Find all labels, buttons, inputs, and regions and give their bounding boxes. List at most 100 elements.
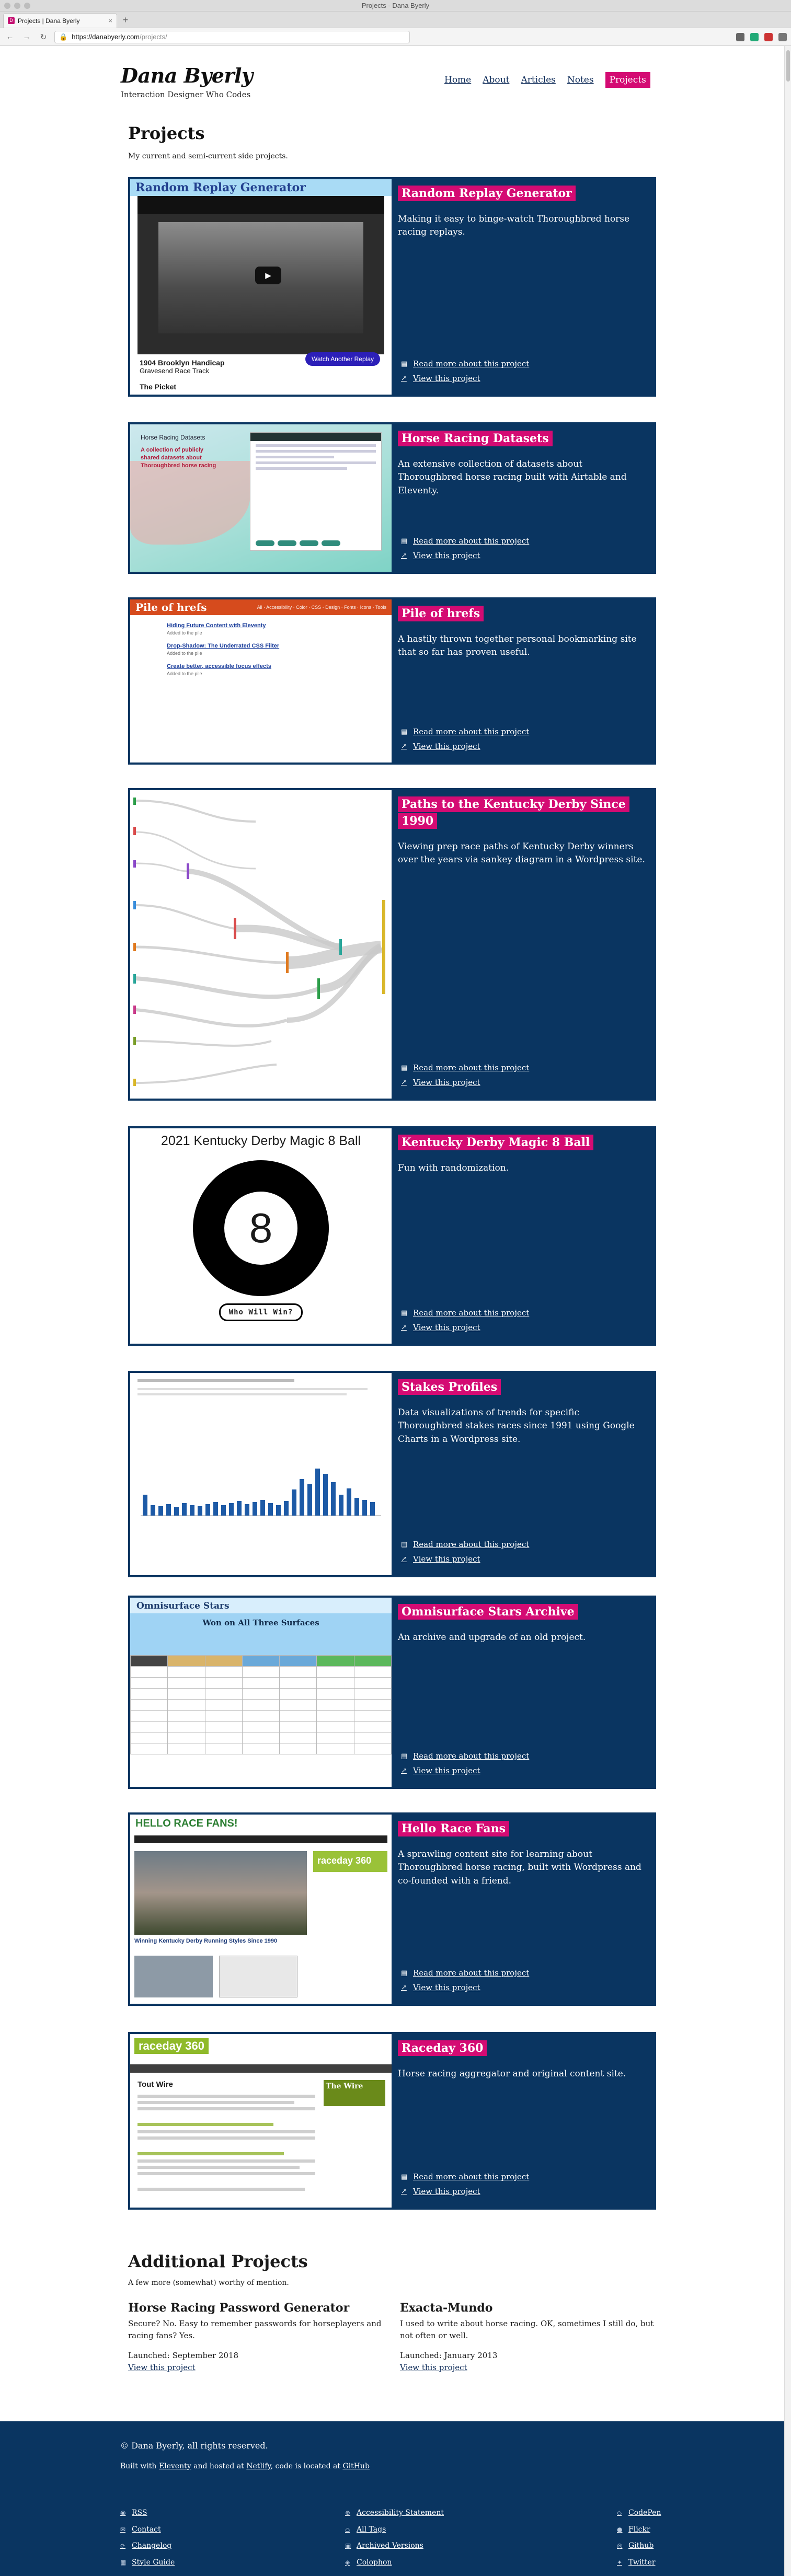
additional-projects-subtitle: A few more (somewhat) worthy of mention. <box>128 2279 289 2287</box>
project-description: Data visualizations of trends for specif… <box>398 1407 635 1445</box>
view-project-link[interactable]: ↗ View this project <box>401 551 529 560</box>
project-thumbnail[interactable]: 2021 Kentucky Derby Magic 8 Ball 8 Who W… <box>130 1128 392 1344</box>
document-icon: ▤ <box>401 1064 408 1072</box>
project-card: Stakes Profiles Data visualizations of t… <box>128 1371 656 1577</box>
footer-github[interactable]: ◎ Github <box>617 2538 661 2555</box>
thumb-banner: Random Replay Generator <box>130 179 392 196</box>
extension-icon[interactable] <box>736 32 744 41</box>
extension-icon[interactable] <box>750 32 759 41</box>
extension-icon[interactable] <box>764 32 773 41</box>
nav-home[interactable]: Home <box>444 75 471 85</box>
view-project-link[interactable]: ↗ View this project <box>401 1766 529 1775</box>
read-more-link[interactable]: ▤ Read more about this project <box>401 1540 529 1549</box>
project-thumbnail[interactable]: Horse Racing Datasets A collection of pu… <box>130 424 392 572</box>
read-more-link[interactable]: ▤ Read more about this project <box>401 727 529 736</box>
tag-icon: ⌂ <box>345 2525 350 2533</box>
read-more-link[interactable]: ▤ Read more about this project <box>401 359 529 368</box>
built-with: Built with Eleventy and hosted at Netlif… <box>120 2462 370 2470</box>
new-tab-icon[interactable]: + <box>119 13 132 28</box>
site-footer: © Dana Byerly, all rights reserved. Buil… <box>0 2421 784 2576</box>
thumb-brand: Omnisurface Stars <box>130 1598 392 1613</box>
view-project-link[interactable]: ↗ View this project <box>401 1078 529 1087</box>
thumb-bar <box>284 1501 289 1516</box>
project-title: Paths to the Kentucky Derby Since 1990 <box>398 796 629 829</box>
footer-flickr[interactable]: ● Flickr <box>617 2522 661 2538</box>
footer-all-tags[interactable]: ⌂ All Tags <box>345 2522 444 2538</box>
eleventy-link[interactable]: Eleventy <box>159 2462 191 2470</box>
tab-close-icon[interactable]: × <box>108 17 112 25</box>
project-card: HELLO RACE FANS! raceday 360 Winning Ken… <box>128 1812 656 2006</box>
thumb-track: Gravesend Race Track <box>140 367 209 375</box>
thumb-bar <box>245 1504 249 1516</box>
view-project-link[interactable]: ↗ View this project <box>401 1323 529 1332</box>
nav-notes[interactable]: Notes <box>567 75 594 85</box>
additional-project-link[interactable]: View this project <box>400 2363 467 2372</box>
footer-codepen[interactable]: ◇ CodePen <box>617 2505 661 2522</box>
changelog-icon: ⟳ <box>120 2542 126 2550</box>
view-project-link[interactable]: ↗ View this project <box>401 1554 529 1564</box>
github-link[interactable]: GitHub <box>342 2462 369 2470</box>
project-thumbnail[interactable]: Omnisurface Stars Won on All Three Surfa… <box>130 1598 392 1787</box>
project-thumbnail[interactable]: Pile of hrefs All · Accessibility · Color… <box>130 599 392 763</box>
thumb-bar <box>166 1504 171 1516</box>
mail-icon: ✉ <box>120 2525 126 2533</box>
read-more-link[interactable]: ▤ Read more about this project <box>401 536 529 546</box>
thumb-bar <box>158 1506 163 1516</box>
project-thumbnail[interactable] <box>130 790 392 1099</box>
thumb-panel <box>250 433 381 550</box>
thumb-bar <box>198 1506 202 1516</box>
address-bar[interactable]: 🔒 https://danabyerly.com/projects/ <box>54 30 410 43</box>
footer-rss[interactable]: ◉ RSS <box>120 2505 175 2522</box>
footer-twitter[interactable]: ✦ Twitter <box>617 2555 661 2571</box>
netlify-link[interactable]: Netlify <box>246 2462 270 2470</box>
read-more-link[interactable]: ▤ Read more about this project <box>401 1751 529 1761</box>
play-icon[interactable]: ▶ <box>255 267 281 284</box>
forward-icon[interactable]: → <box>21 32 32 41</box>
read-more-link[interactable]: ▤ Read more about this project <box>401 2172 529 2181</box>
footer-contact[interactable]: ✉ Contact <box>120 2522 175 2538</box>
view-project-link[interactable]: ↗ View this project <box>401 1983 529 1992</box>
additional-project-link[interactable]: View this project <box>128 2363 196 2372</box>
window-controls[interactable] <box>4 3 30 9</box>
browser-tab[interactable]: D Projects | Dana Byerly × <box>3 13 117 28</box>
project-description: A sprawling content site for learning ab… <box>398 1849 641 1886</box>
read-more-link[interactable]: ▤ Read more about this project <box>401 1063 529 1072</box>
footer-changelog[interactable]: ⟳ Changelog <box>120 2538 175 2555</box>
site-logo[interactable]: Dana Byerly <box>121 64 253 87</box>
reload-icon[interactable]: ↻ <box>38 32 49 42</box>
footer-accessibility[interactable]: ⊕ Accessibility Statement <box>345 2505 444 2522</box>
view-project-link[interactable]: ↗ View this project <box>401 742 529 751</box>
view-project-link[interactable]: ↗ View this project <box>401 374 529 383</box>
site-header: Dana Byerly Interaction Designer Who Cod… <box>0 46 784 124</box>
twitter-icon: ✦ <box>617 2558 623 2566</box>
additional-project: Exacta-Mundo I used to write about horse… <box>400 2301 661 2374</box>
thumb-bar <box>292 1489 296 1516</box>
nav-about[interactable]: About <box>483 75 509 85</box>
thumb-side-logo: raceday 360 <box>313 1851 387 1872</box>
footer-archived[interactable]: ▣ Archived Versions <box>345 2538 444 2555</box>
view-project-link[interactable]: ↗ View this project <box>401 2187 529 2196</box>
menu-icon[interactable] <box>778 32 787 41</box>
project-card: Horse Racing Datasets A collection of pu… <box>128 422 656 574</box>
read-more-link[interactable]: ▤ Read more about this project <box>401 1308 529 1318</box>
footer-colophon[interactable]: ◈ Colophon <box>345 2555 444 2571</box>
back-icon[interactable]: ← <box>4 32 16 41</box>
codepen-icon: ◇ <box>617 2509 622 2517</box>
video-player[interactable]: ▶ <box>137 196 384 354</box>
thumb-header: Horse Racing Datasets <box>141 434 205 441</box>
footer-style-guide[interactable]: ▦ Style Guide <box>120 2555 175 2571</box>
external-link-icon: ↗ <box>401 374 407 383</box>
thumb-bar <box>315 1469 320 1516</box>
read-more-link[interactable]: ▤ Read more about this project <box>401 1968 529 1978</box>
project-thumbnail[interactable]: HELLO RACE FANS! raceday 360 Winning Ken… <box>130 1815 392 2004</box>
project-thumbnail[interactable] <box>130 1373 392 1575</box>
document-icon: ▤ <box>401 1752 408 1760</box>
project-thumbnail[interactable]: raceday 360 Tout Wire The Wire <box>130 2034 392 2208</box>
url-host: https://danabyerly.com <box>72 33 140 41</box>
colophon-icon: ◈ <box>345 2558 350 2566</box>
rss-icon: ◉ <box>120 2509 126 2517</box>
project-thumbnail[interactable]: Random Replay Generator ▶ 1904 Brooklyn … <box>130 179 392 395</box>
nav-articles[interactable]: Articles <box>521 75 555 85</box>
page-scrollbar[interactable] <box>784 46 791 2576</box>
nav-projects[interactable]: Projects <box>605 72 650 88</box>
